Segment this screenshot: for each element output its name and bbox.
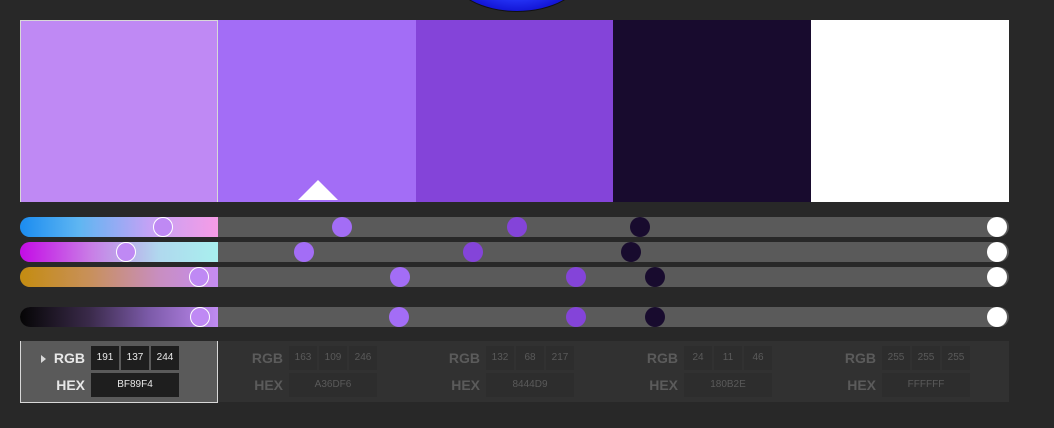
swatch-2-blue-field[interactable]: 246 [349, 346, 377, 370]
swatch-4-blue-field[interactable]: 46 [744, 346, 772, 370]
swatch-2-brightness-handle[interactable] [389, 307, 409, 327]
swatch-1-brightness-handle[interactable] [190, 307, 210, 327]
swatch-1-hue-handle[interactable] [153, 217, 173, 237]
swatch-2-hex-field[interactable]: A36DF6 [289, 373, 377, 397]
swatch-3-hex-field[interactable]: 8444D9 [486, 373, 574, 397]
swatch-3-hue-handle[interactable] [507, 217, 527, 237]
swatch-5-hue-handle[interactable] [987, 217, 1007, 237]
swatch-5[interactable] [811, 20, 1009, 202]
swatch-4-hue-handle[interactable] [630, 217, 650, 237]
swatch-3-brightness-handle[interactable] [566, 307, 586, 327]
swatch-5-green-field[interactable]: 255 [912, 346, 940, 370]
swatch-5-hex-field[interactable]: FFFFFF [882, 373, 970, 397]
swatch-2-saturation-handle[interactable] [294, 242, 314, 262]
expand-caret-icon[interactable] [41, 355, 46, 363]
swatch-3-red-field[interactable]: 132 [486, 346, 514, 370]
hex-label: HEX [847, 377, 876, 393]
swatch-5-saturation-handle[interactable] [987, 242, 1007, 262]
rgb-label: RGB [53, 350, 85, 366]
swatch-4[interactable] [613, 20, 811, 202]
rgb-label: RGB [251, 350, 283, 366]
swatch-3[interactable] [416, 20, 613, 202]
swatch-1-lightness-handle[interactable] [189, 267, 209, 287]
swatch-4-red-field[interactable]: 24 [684, 346, 712, 370]
swatch-4-green-field[interactable]: 11 [714, 346, 742, 370]
hex-label: HEX [254, 377, 283, 393]
swatch-1-red-field[interactable]: 191 [91, 346, 119, 370]
swatch-3-saturation-handle[interactable] [463, 242, 483, 262]
color-swatches [20, 20, 1009, 202]
swatch-3-lightness-handle[interactable] [566, 267, 586, 287]
swatch-1-saturation-handle[interactable] [116, 242, 136, 262]
rgb-label: RGB [844, 350, 876, 366]
rgb-label: RGB [448, 350, 480, 366]
swatch-5-brightness-handle[interactable] [987, 307, 1007, 327]
swatch-1[interactable] [20, 20, 218, 202]
swatch-4-hex-field[interactable]: 180B2E [684, 373, 772, 397]
swatch-4-saturation-handle[interactable] [621, 242, 641, 262]
swatch-1-green-field[interactable]: 137 [121, 346, 149, 370]
swatch-4-lightness-handle[interactable] [645, 267, 665, 287]
color-wheel[interactable] [452, 0, 582, 12]
swatch-1-blue-field[interactable]: 244 [151, 346, 179, 370]
swatch-2-green-field[interactable]: 109 [319, 346, 347, 370]
swatch-5-red-field[interactable]: 255 [882, 346, 910, 370]
swatch-5-blue-field[interactable]: 255 [942, 346, 970, 370]
hex-label: HEX [451, 377, 480, 393]
saturation-slider-track[interactable] [20, 242, 1009, 262]
brightness-slider-track[interactable] [20, 307, 1009, 327]
swatch-3-green-field[interactable]: 68 [516, 346, 544, 370]
swatch-4-brightness-handle[interactable] [645, 307, 665, 327]
lightness-slider-track[interactable] [20, 267, 1009, 287]
swatch-3-blue-field[interactable]: 217 [546, 346, 574, 370]
swatch-2-red-field[interactable]: 163 [289, 346, 317, 370]
swatch-2-lightness-handle[interactable] [390, 267, 410, 287]
rgb-label: RGB [646, 350, 678, 366]
hex-label: HEX [649, 377, 678, 393]
swatch-5-lightness-handle[interactable] [987, 267, 1007, 287]
base-color-marker-icon [298, 180, 338, 200]
swatch-1-hex-field[interactable]: BF89F4 [91, 373, 179, 397]
swatch-2[interactable] [218, 20, 416, 202]
hex-label: HEX [56, 377, 85, 393]
swatch-2-hue-handle[interactable] [332, 217, 352, 237]
